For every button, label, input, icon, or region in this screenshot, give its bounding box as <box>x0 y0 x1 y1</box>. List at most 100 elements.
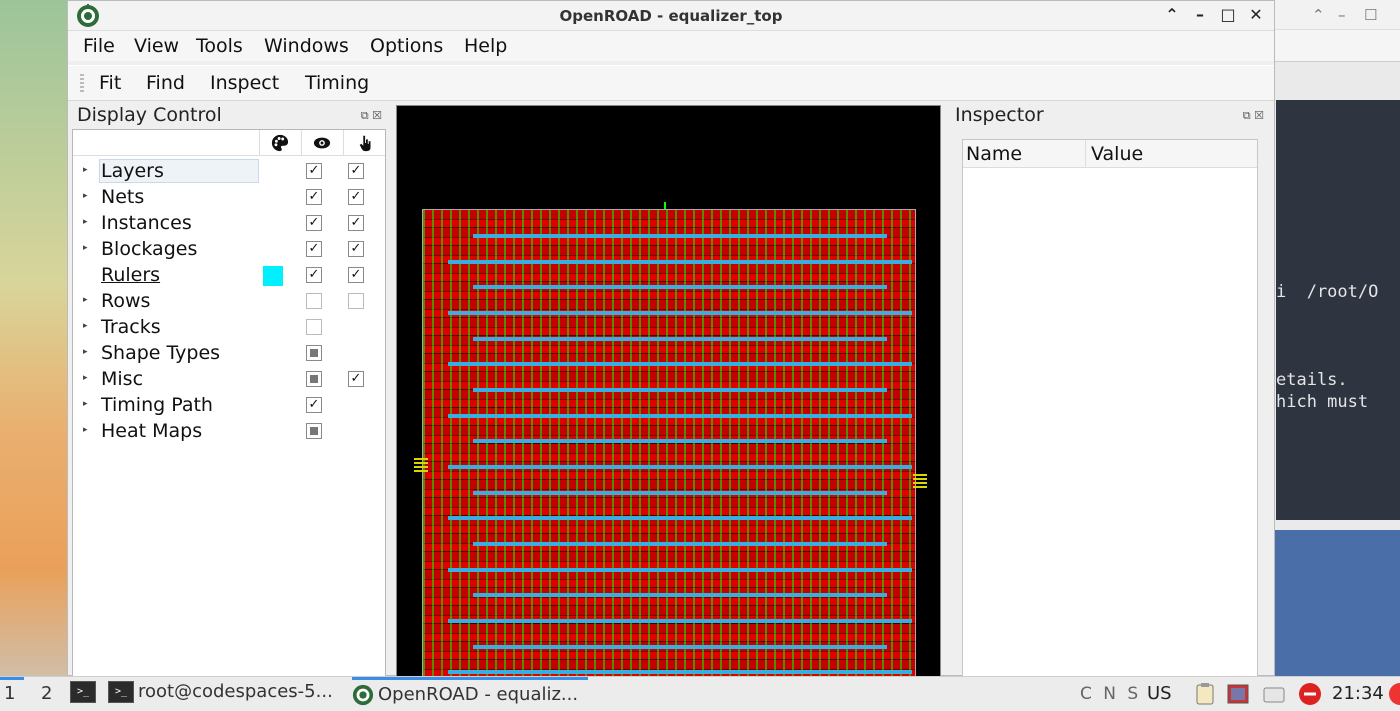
header-selectable-column[interactable] <box>343 130 387 156</box>
expand-arrow-icon[interactable]: ▸ <box>83 347 88 357</box>
row-label: Tracks <box>101 316 161 338</box>
expand-arrow-icon[interactable]: ▸ <box>83 321 88 331</box>
visible-checkbox[interactable]: ✓ <box>306 163 322 179</box>
visible-checkbox[interactable]: ✓ <box>306 241 322 257</box>
terminal-output[interactable]: i /root/O etails. hich must <box>1276 100 1400 520</box>
fit-button[interactable]: Fit <box>99 72 121 94</box>
row-label: Misc <box>101 368 144 390</box>
power-stripe <box>473 542 887 546</box>
selectable-checkbox[interactable]: ✓ <box>348 241 364 257</box>
tree-row-misc[interactable]: ▸ Misc ✓ <box>73 367 385 392</box>
visible-checkbox[interactable] <box>306 293 322 309</box>
menu-windows[interactable]: Windows <box>264 35 349 57</box>
display-control-tree[interactable]: ▸ Layers ✓ ✓ ▸ Nets ✓ ✓ ▸ Instances ✓ ✓ <box>72 129 386 677</box>
inspector-table[interactable]: Name Value <box>962 139 1258 677</box>
power-stripe <box>473 388 887 392</box>
menu-tools[interactable]: Tools <box>196 35 243 57</box>
expand-arrow-icon[interactable]: ▸ <box>83 217 88 227</box>
expand-arrow-icon[interactable]: ▸ <box>83 243 88 253</box>
find-button[interactable]: Find <box>146 72 185 94</box>
background-window-titlebar[interactable]: ⌃ – ☐ <box>1270 0 1400 30</box>
power-stripe <box>473 439 887 443</box>
menu-view[interactable]: View <box>134 35 179 57</box>
terminal-launcher[interactable]: >_ <box>70 681 100 709</box>
expand-arrow-icon[interactable]: ▸ <box>83 399 88 409</box>
close-dock-icon[interactable]: ☒ <box>1254 109 1264 122</box>
selectable-checkbox[interactable]: ✓ <box>348 267 364 283</box>
keyboard-layout[interactable]: US <box>1147 683 1172 704</box>
power-icon[interactable] <box>1298 682 1322 706</box>
die-area[interactable] <box>422 209 916 676</box>
menu-options[interactable]: Options <box>370 35 443 57</box>
expand-arrow-icon[interactable]: ▸ <box>83 165 88 175</box>
expand-arrow-icon[interactable]: ▸ <box>83 191 88 201</box>
row-label: Rulers <box>101 264 161 286</box>
row-label: Nets <box>101 186 145 208</box>
dock-buttons: ⧉ ☒ <box>361 109 382 123</box>
float-dock-icon[interactable]: ⧉ <box>1243 109 1251 122</box>
close-dock-icon[interactable]: ☒ <box>372 109 382 122</box>
column-name[interactable]: Name <box>966 143 1022 165</box>
tree-row-timing-path[interactable]: ▸ Timing Path ✓ <box>73 393 385 418</box>
tree-row-instances[interactable]: ▸ Instances ✓ ✓ <box>73 211 385 236</box>
toolbar-grip-handle[interactable] <box>80 74 84 94</box>
io-pin-left <box>414 458 428 474</box>
inspect-button[interactable]: Inspect <box>210 72 279 94</box>
power-stripe <box>473 491 887 495</box>
workspace-2[interactable]: 2 <box>41 683 52 704</box>
notification-icon[interactable] <box>1388 682 1400 706</box>
background-terminal-window[interactable]: ⌃ – ☐ i /root/O etails. hich must <box>1270 0 1400 680</box>
visible-checkbox[interactable] <box>306 423 322 439</box>
layout-view[interactable] <box>396 105 941 677</box>
selectable-checkbox[interactable]: ✓ <box>348 371 364 387</box>
menu-help[interactable]: Help <box>464 35 507 57</box>
window-titlebar[interactable]: OpenROAD - equalizer_top ⌃ – □ ✕ <box>68 1 1274 31</box>
tree-row-layers[interactable]: ▸ Layers ✓ ✓ <box>73 159 385 184</box>
tree-row-rulers[interactable]: Rulers ✓ ✓ <box>73 263 385 288</box>
menu-file[interactable]: File <box>83 35 115 57</box>
selectable-checkbox[interactable] <box>348 293 364 309</box>
selectable-checkbox[interactable]: ✓ <box>348 163 364 179</box>
tree-row-shape-types[interactable]: ▸ Shape Types <box>73 341 385 366</box>
tree-row-heat-maps[interactable]: ▸ Heat Maps <box>73 419 385 444</box>
tree-row-blockages[interactable]: ▸ Blockages ✓ ✓ <box>73 237 385 262</box>
minimize-button[interactable]: – <box>1190 5 1210 24</box>
tree-row-nets[interactable]: ▸ Nets ✓ ✓ <box>73 185 385 210</box>
row-label: Layers <box>99 159 259 183</box>
terminal-line: hich must <box>1276 392 1369 412</box>
maximize-up-icon[interactable]: ⌃ <box>1312 6 1325 24</box>
ruler-color-swatch[interactable] <box>263 266 283 286</box>
tree-row-rows[interactable]: ▸ Rows <box>73 289 385 314</box>
timing-button[interactable]: Timing <box>305 72 369 94</box>
column-value[interactable]: Value <box>1091 143 1143 165</box>
visible-checkbox[interactable]: ✓ <box>306 397 322 413</box>
clipboard-icon[interactable] <box>1193 682 1217 706</box>
restore-icon[interactable]: ☐ <box>1364 6 1377 24</box>
visible-checkbox[interactable] <box>306 345 322 361</box>
column-divider[interactable] <box>1085 140 1086 168</box>
keep-above-icon[interactable]: ⌃ <box>1162 5 1182 24</box>
header-visible-column[interactable] <box>301 130 343 156</box>
float-dock-icon[interactable]: ⧉ <box>361 109 369 122</box>
minimize-icon[interactable]: – <box>1338 6 1346 24</box>
visible-checkbox[interactable]: ✓ <box>306 215 322 231</box>
close-button[interactable]: ✕ <box>1246 5 1266 24</box>
maximize-button[interactable]: □ <box>1218 5 1238 24</box>
expand-arrow-icon[interactable]: ▸ <box>83 295 88 305</box>
selectable-checkbox[interactable]: ✓ <box>348 189 364 205</box>
visible-checkbox[interactable] <box>306 371 322 387</box>
task-terminal[interactable]: >_ root@codespaces-5... <box>108 681 344 709</box>
header-color-column[interactable] <box>259 130 301 156</box>
screenshot-icon[interactable] <box>1226 682 1250 706</box>
drive-icon[interactable] <box>1262 682 1286 706</box>
visible-checkbox[interactable] <box>306 319 322 335</box>
task-openroad[interactable]: OpenROAD - equaliz... <box>352 677 588 709</box>
task-label: OpenROAD - equaliz... <box>378 684 579 705</box>
visible-checkbox[interactable]: ✓ <box>306 267 322 283</box>
selectable-checkbox[interactable]: ✓ <box>348 215 364 231</box>
expand-arrow-icon[interactable]: ▸ <box>83 373 88 383</box>
tree-row-tracks[interactable]: ▸ Tracks <box>73 315 385 340</box>
workspace-1[interactable]: 1 <box>4 683 15 704</box>
expand-arrow-icon[interactable]: ▸ <box>83 425 88 435</box>
visible-checkbox[interactable]: ✓ <box>306 189 322 205</box>
